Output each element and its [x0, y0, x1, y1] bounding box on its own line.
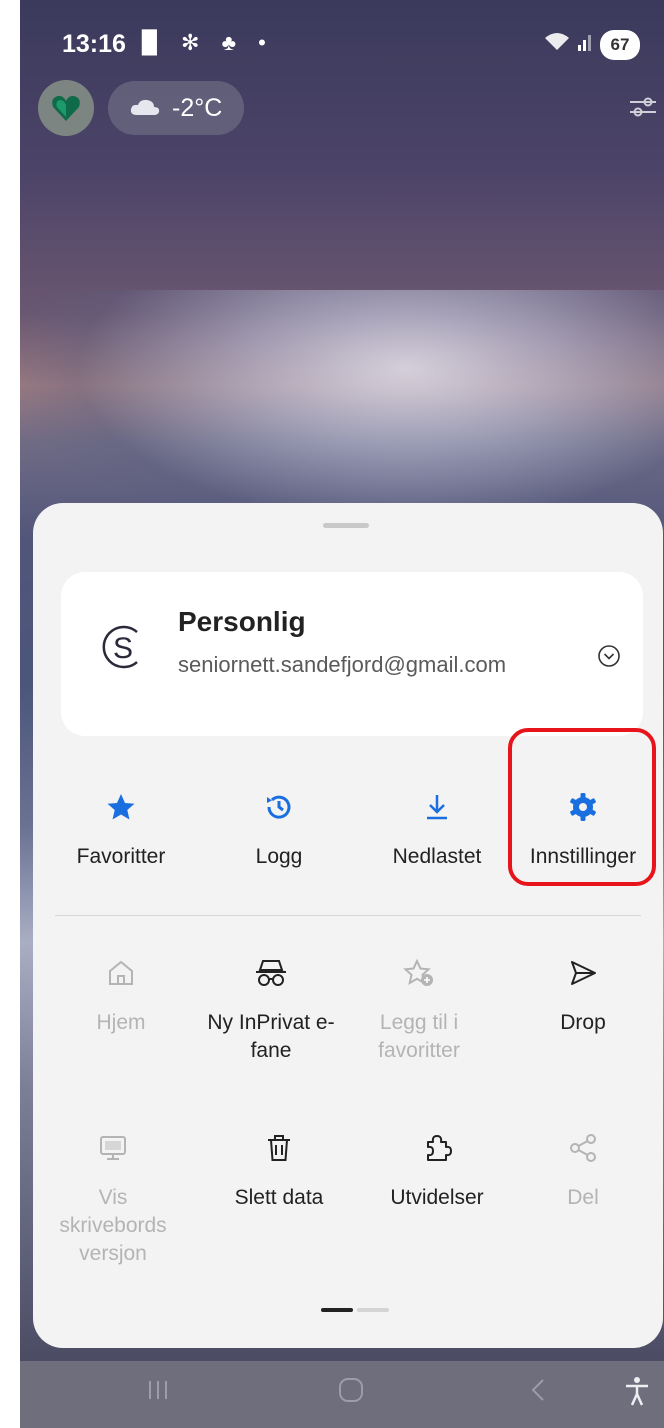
- add-to-favorites-label: Legg til i favoritter: [378, 1011, 460, 1062]
- home-icon: [106, 953, 136, 993]
- drop-label: Drop: [560, 1011, 606, 1034]
- star-icon: [106, 787, 136, 827]
- drag-handle[interactable]: [323, 523, 369, 528]
- settings-highlight-box: [508, 728, 656, 886]
- signal-icon: [578, 33, 592, 57]
- downloads-label: Nedlastet: [392, 845, 482, 868]
- desktop-version-button[interactable]: Vis skrivebords versjon: [43, 1128, 183, 1268]
- extensions-button[interactable]: Utvidelser: [359, 1128, 515, 1212]
- account-avatar-icon: S: [101, 622, 147, 677]
- favorites-label: Favoritter: [76, 845, 166, 868]
- home-label: Hjem: [96, 1011, 146, 1034]
- status-bar: 13:16 ▉ ✻ ♣ • 67: [20, 0, 664, 90]
- download-icon: [422, 787, 452, 827]
- rewards-heart-icon[interactable]: [38, 80, 94, 136]
- page-dot-inactive[interactable]: [357, 1308, 389, 1312]
- history-button[interactable]: Logg: [201, 753, 357, 893]
- account-name: Personlig: [178, 606, 306, 637]
- send-icon: [568, 953, 598, 993]
- star-add-icon: [403, 953, 435, 993]
- back-nav-icon[interactable]: [526, 1375, 550, 1410]
- weather-temperature: -2°C: [172, 93, 223, 122]
- wifi-icon: [544, 32, 570, 58]
- monitor-icon: [98, 1128, 128, 1168]
- downloads-button[interactable]: Nedlastet: [359, 753, 515, 893]
- recent-apps-icon[interactable]: [146, 1375, 170, 1410]
- extensions-label: Utvidelser: [390, 1186, 484, 1209]
- add-to-favorites-button[interactable]: Legg til i favoritter: [359, 953, 479, 1065]
- favorites-button[interactable]: Favoritter: [43, 753, 199, 893]
- avatar-letter: S: [113, 632, 133, 665]
- cloud-icon: [130, 94, 160, 123]
- account-email: seniornett.sandefjord@gmail.com: [178, 652, 507, 677]
- home-widgets: -2°C: [38, 80, 245, 136]
- menu-bottom-sheet: S Personlig seniornett.sandefjord@gmail.…: [33, 503, 663, 1348]
- new-inprivate-tab-button[interactable]: Ny InPrivat e-fane: [201, 953, 341, 1065]
- history-label: Logg: [255, 845, 303, 868]
- desktop-version-label: Vis skrivebords versjon: [59, 1186, 167, 1265]
- clear-data-label: Slett data: [234, 1186, 324, 1209]
- page-dot-active: [321, 1308, 353, 1312]
- drop-button[interactable]: Drop: [505, 953, 661, 1037]
- menu-divider: [55, 915, 641, 916]
- system-status: 67: [544, 30, 640, 60]
- battery-indicator: 67: [600, 30, 640, 60]
- weather-widget[interactable]: -2°C: [108, 81, 245, 135]
- share-icon: [568, 1128, 598, 1168]
- new-inprivate-tab-label: Ny InPrivat e-fane: [207, 1011, 335, 1062]
- phone-screen: 13:16 ▉ ✻ ♣ • 67 -2°C S Personlig senior…: [20, 0, 664, 1428]
- expand-account-chevron-icon[interactable]: [597, 644, 621, 673]
- trash-icon: [264, 1128, 294, 1168]
- share-label: Del: [567, 1186, 599, 1209]
- home-nav-icon[interactable]: [336, 1375, 366, 1410]
- puzzle-piece-icon: [422, 1128, 452, 1168]
- customize-sliders-icon[interactable]: [628, 92, 658, 127]
- share-button[interactable]: Del: [505, 1128, 661, 1212]
- account-card[interactable]: S Personlig seniornett.sandefjord@gmail.…: [61, 572, 643, 736]
- clear-data-button[interactable]: Slett data: [201, 1128, 357, 1212]
- notification-icons: ▉ ✻ ♣ •: [142, 30, 274, 55]
- accessibility-icon[interactable]: [624, 1375, 650, 1412]
- page-indicator: [321, 1308, 389, 1312]
- incognito-icon: [254, 953, 288, 993]
- system-navigation-bar: [20, 1361, 664, 1428]
- status-time: 13:16: [62, 30, 126, 58]
- history-icon: [264, 787, 294, 827]
- home-button[interactable]: Hjem: [43, 953, 199, 1037]
